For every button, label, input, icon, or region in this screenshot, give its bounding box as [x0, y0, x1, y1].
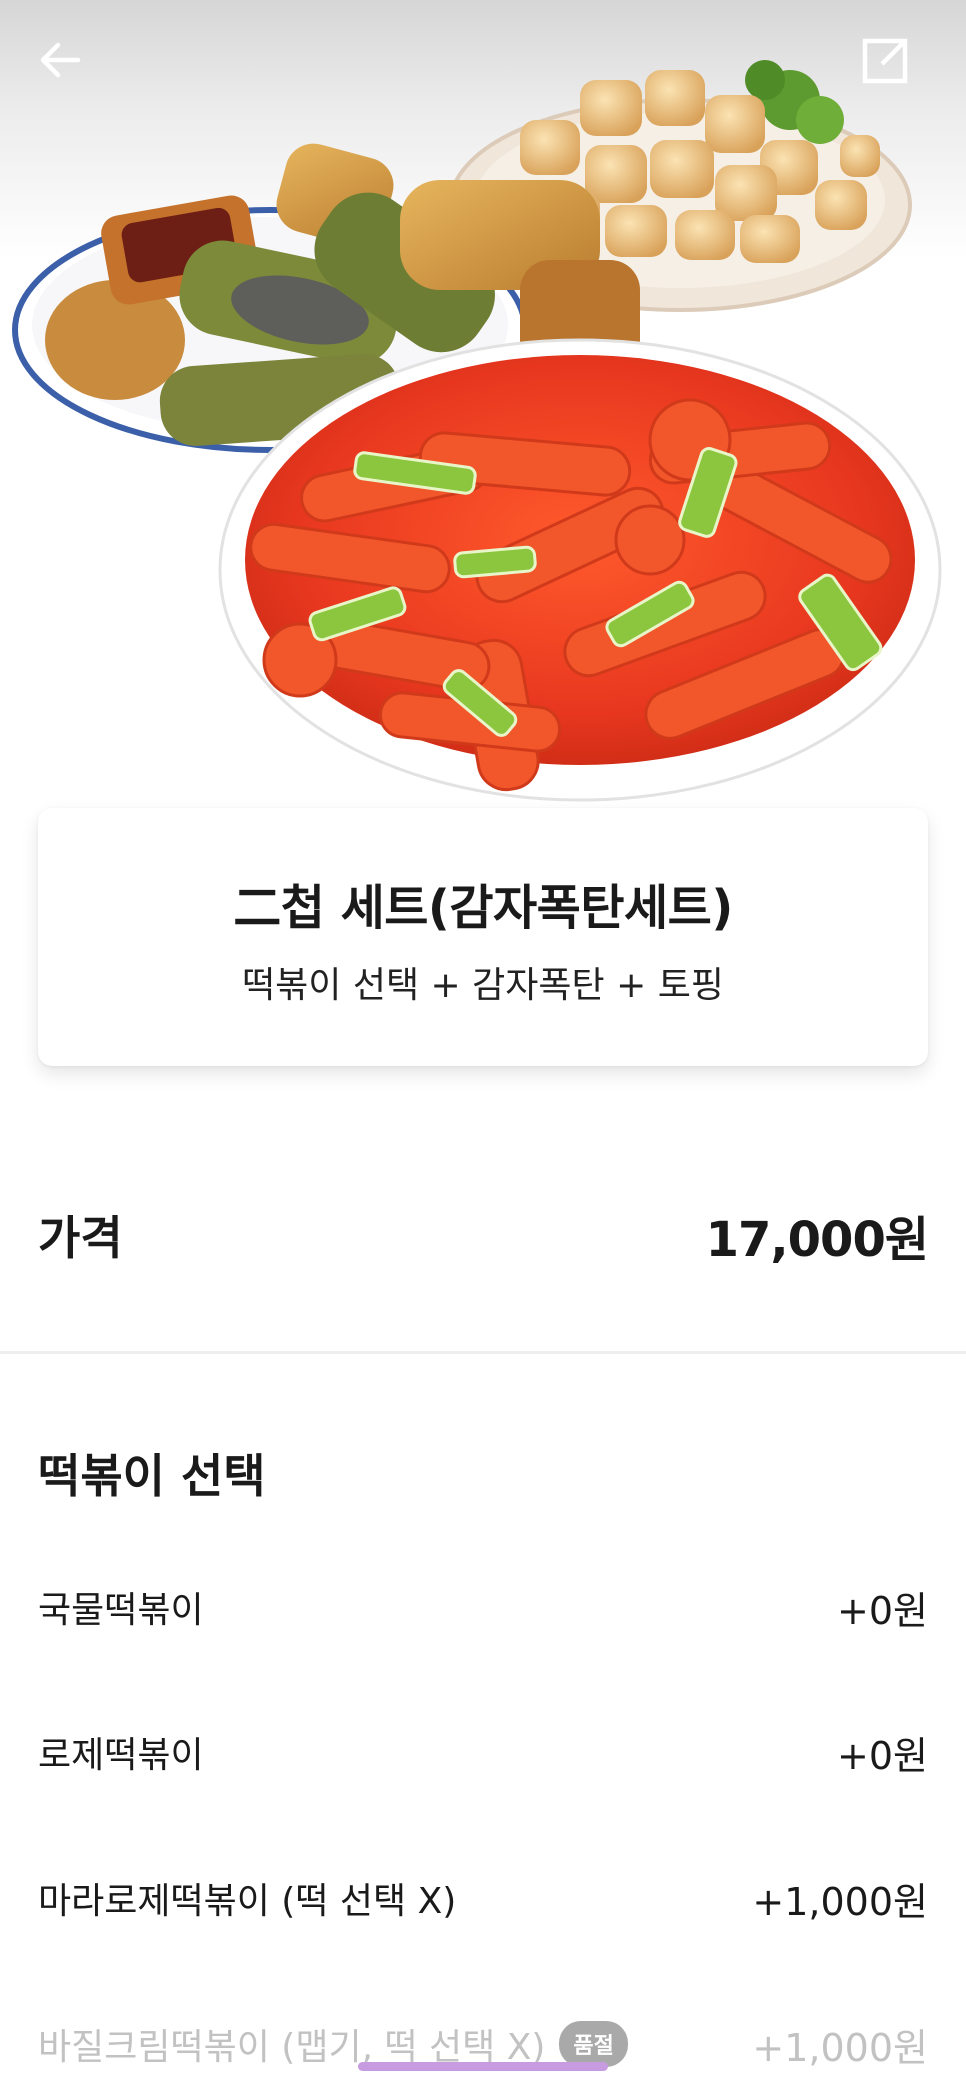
option-section-title: 떡볶이 선택	[38, 1449, 266, 1503]
share-icon	[862, 38, 908, 84]
share-button[interactable]	[860, 36, 930, 106]
price-label: 가격	[38, 1211, 123, 1265]
option-row[interactable]: 로제떡볶이 +0원	[38, 1719, 928, 1785]
scroll-indicator-bar	[358, 2062, 608, 2071]
option-name: 국물떡볶이	[38, 1590, 204, 1631]
option-price: +0원	[837, 1733, 928, 1778]
option-name: 로제떡볶이	[38, 1735, 204, 1776]
soldout-badge: 품절	[559, 2021, 628, 2067]
option-price: +0원	[837, 1588, 928, 1633]
menu-title: 二첩 세트(감자폭탄세트)	[233, 880, 733, 936]
option-row[interactable]: 국물떡볶이 +0원	[38, 1574, 928, 1640]
option-price: +1,000원	[752, 2025, 928, 2070]
option-name: 마라로제떡볶이 (떡 선택 X)	[38, 1881, 457, 1922]
section-divider	[0, 1351, 966, 1354]
back-button[interactable]	[36, 36, 106, 106]
option-row[interactable]: 마라로제떡볶이 (떡 선택 X) +1,000원	[38, 1865, 928, 1931]
menu-info-card: 二첩 세트(감자폭탄세트) 떡볶이 선택 + 감자폭탄 + 토핑	[38, 808, 928, 1066]
food-illustration	[12, 60, 942, 802]
hero-food-image	[0, 0, 966, 810]
price-value: 17,000원	[705, 1212, 929, 1268]
arrow-left-icon	[40, 42, 81, 78]
price-row: 가격 17,000원	[38, 1200, 929, 1270]
option-price: +1,000원	[752, 1879, 928, 1924]
menu-description: 떡볶이 선택 + 감자폭탄 + 토핑	[242, 965, 724, 1006]
